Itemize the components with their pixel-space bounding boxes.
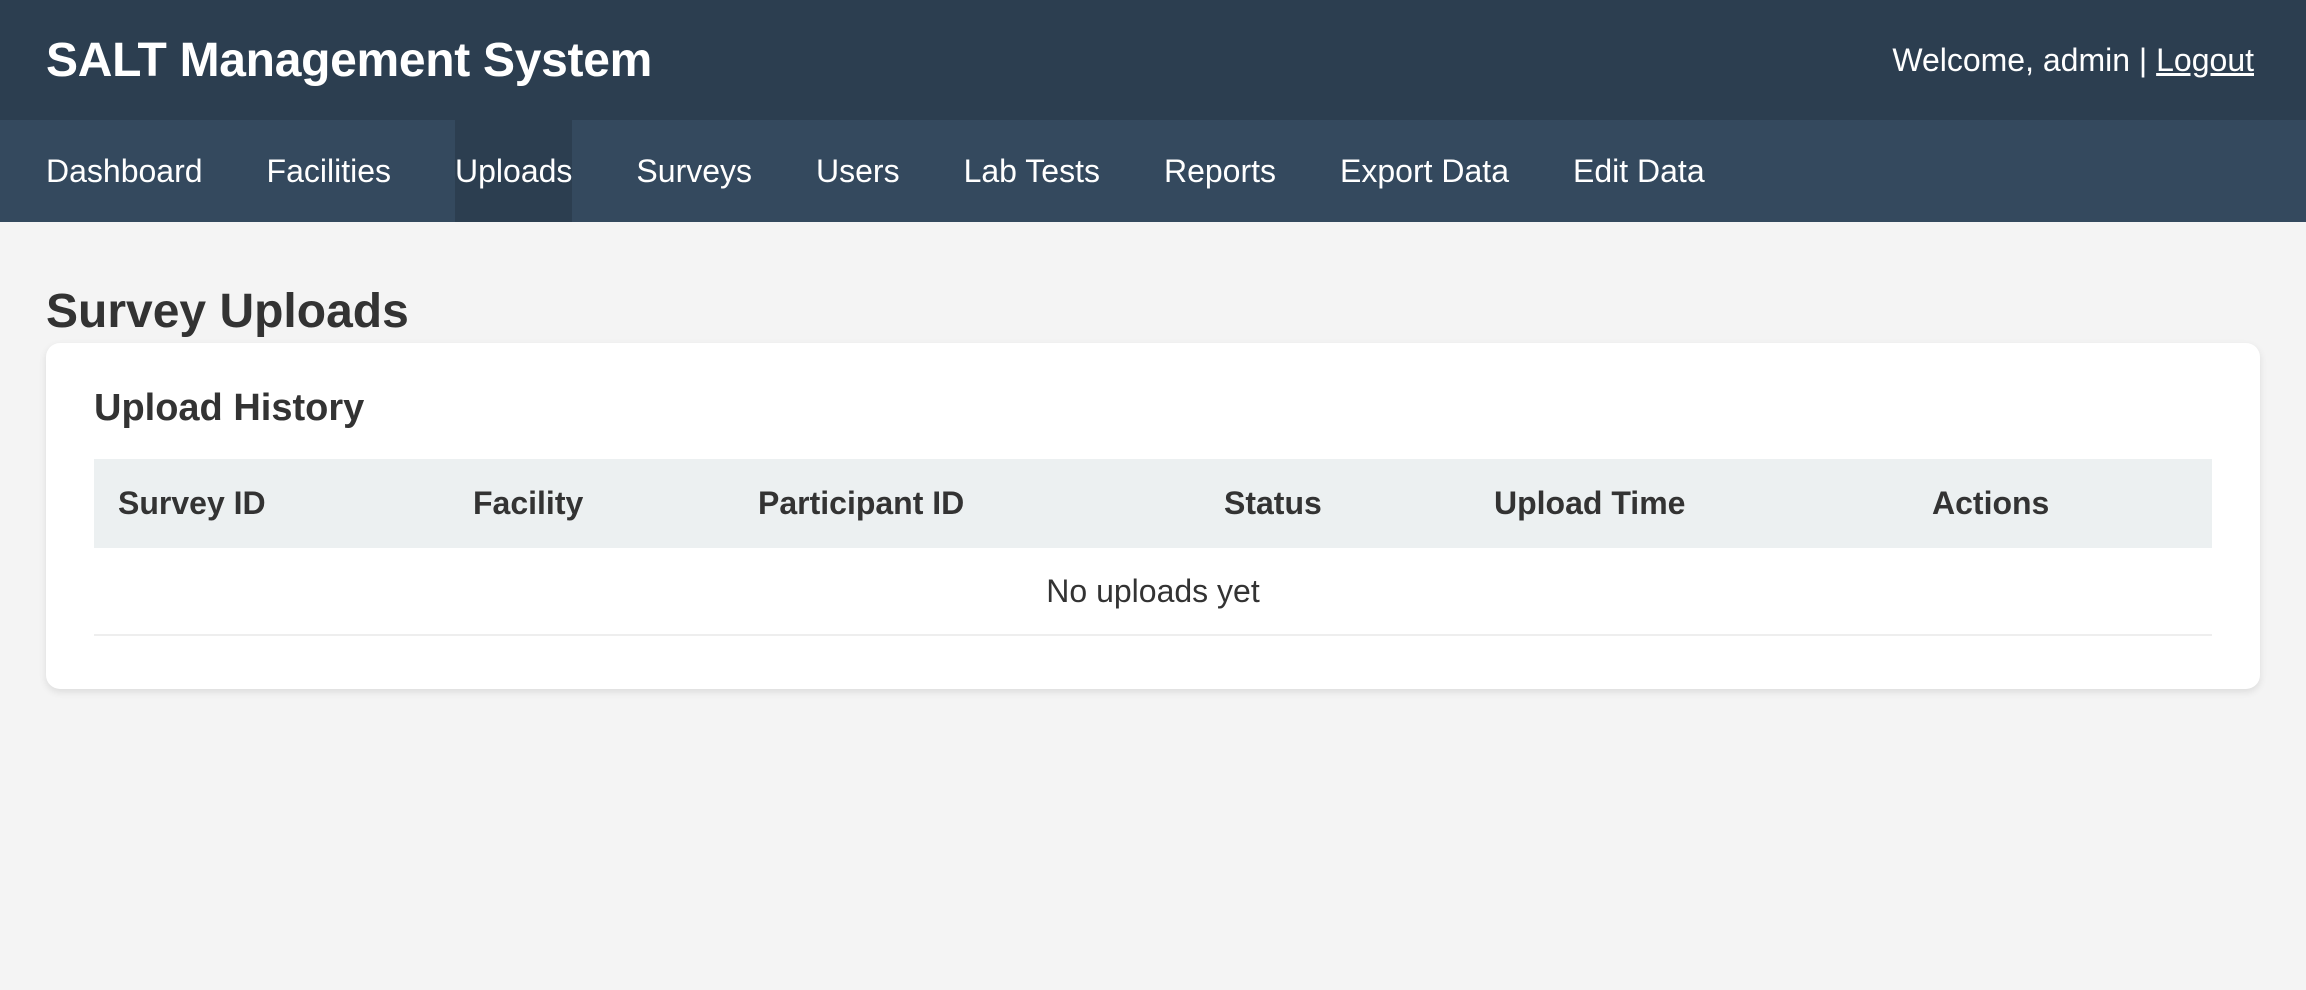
nav-item-users[interactable]: Users [816, 120, 900, 222]
table-header-row: Survey ID Facility Participant ID Status… [94, 459, 2212, 548]
app-header: SALT Management System Welcome, admin | … [0, 0, 2306, 120]
app-title: SALT Management System [46, 33, 652, 87]
column-header-facility: Facility [473, 485, 584, 521]
empty-state-message: No uploads yet [94, 548, 2212, 636]
nav-item-export-data[interactable]: Export Data [1340, 120, 1509, 222]
nav-item-edit-data[interactable]: Edit Data [1573, 120, 1705, 222]
nav-item-lab-tests[interactable]: Lab Tests [964, 120, 1100, 222]
upload-history-card: Upload History Survey ID Facility Partic… [46, 343, 2260, 689]
nav-item-reports[interactable]: Reports [1164, 120, 1276, 222]
nav-item-facilities[interactable]: Facilities [267, 120, 391, 222]
column-header-actions: Actions [1932, 485, 2050, 521]
column-header-upload-time: Upload Time [1494, 485, 1686, 521]
welcome-text: Welcome, admin | [1892, 41, 2157, 78]
uploads-table: Survey ID Facility Participant ID Status… [94, 459, 2212, 636]
nav-item-surveys[interactable]: Surveys [636, 120, 752, 222]
column-header-survey-id: Survey ID [118, 485, 266, 521]
main-content: Survey Uploads Upload History Survey ID … [0, 222, 2306, 689]
logout-link[interactable]: Logout [2156, 42, 2254, 79]
page-title: Survey Uploads [46, 285, 409, 338]
column-header-status: Status [1224, 485, 1322, 521]
card-title: Upload History [94, 387, 365, 429]
user-area: Welcome, admin | Logout [1892, 42, 2254, 79]
column-header-participant-id: Participant ID [758, 485, 965, 521]
nav-item-uploads[interactable]: Uploads [455, 120, 573, 222]
main-nav: Dashboard Facilities Uploads Surveys Use… [0, 120, 2306, 222]
table-row: No uploads yet [94, 548, 2212, 636]
nav-item-dashboard[interactable]: Dashboard [46, 120, 203, 222]
